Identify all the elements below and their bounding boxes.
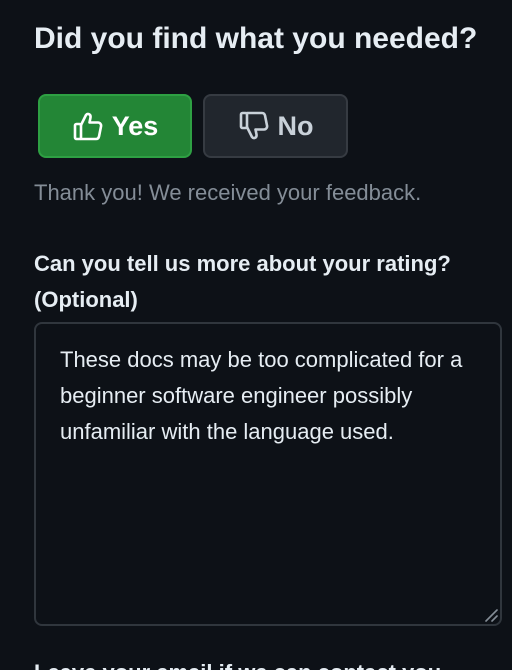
yes-button[interactable]: Yes (38, 94, 192, 158)
feedback-heading: Did you find what you needed? (34, 22, 478, 55)
optional-label: (Optional) (34, 287, 138, 312)
thumbs-down-icon (238, 110, 270, 142)
no-button-label: No (277, 110, 314, 141)
resize-handle-icon[interactable] (484, 608, 498, 622)
comment-question: Can you tell us more about your rating? … (34, 246, 504, 318)
comment-textarea[interactable]: These docs may be too complicated for a … (34, 322, 502, 626)
thumbs-up-icon (72, 110, 104, 142)
no-button[interactable]: No (203, 94, 348, 158)
comment-question-text: Can you tell us more about your rating? (34, 251, 451, 276)
yes-button-label: Yes (111, 110, 159, 141)
email-question: Leave your email if we can contact you (34, 658, 441, 670)
confirmation-message: Thank you! We received your feedback. (34, 180, 422, 205)
